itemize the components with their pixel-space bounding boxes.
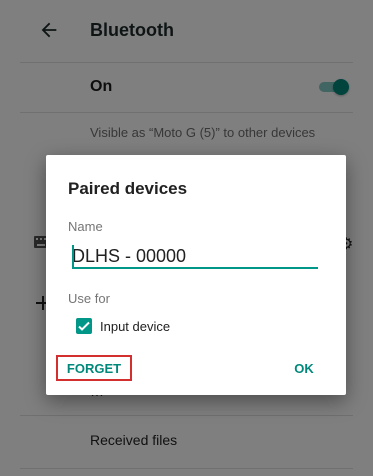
name-field-label: Name [68, 219, 103, 234]
use-for-label: Use for [68, 291, 110, 306]
text-cursor [72, 245, 74, 267]
checkmark-icon [78, 321, 90, 331]
forget-button[interactable]: FORGET [56, 355, 132, 381]
ok-button[interactable]: OK [286, 355, 322, 381]
paired-devices-dialog: Paired devices Name Use for Input device… [46, 155, 346, 395]
dialog-title: Paired devices [68, 179, 188, 198]
device-name-input[interactable] [72, 243, 318, 269]
name-input-underline [72, 267, 318, 269]
input-device-checkbox[interactable] [76, 318, 92, 334]
input-device-label[interactable]: Input device [100, 319, 170, 334]
